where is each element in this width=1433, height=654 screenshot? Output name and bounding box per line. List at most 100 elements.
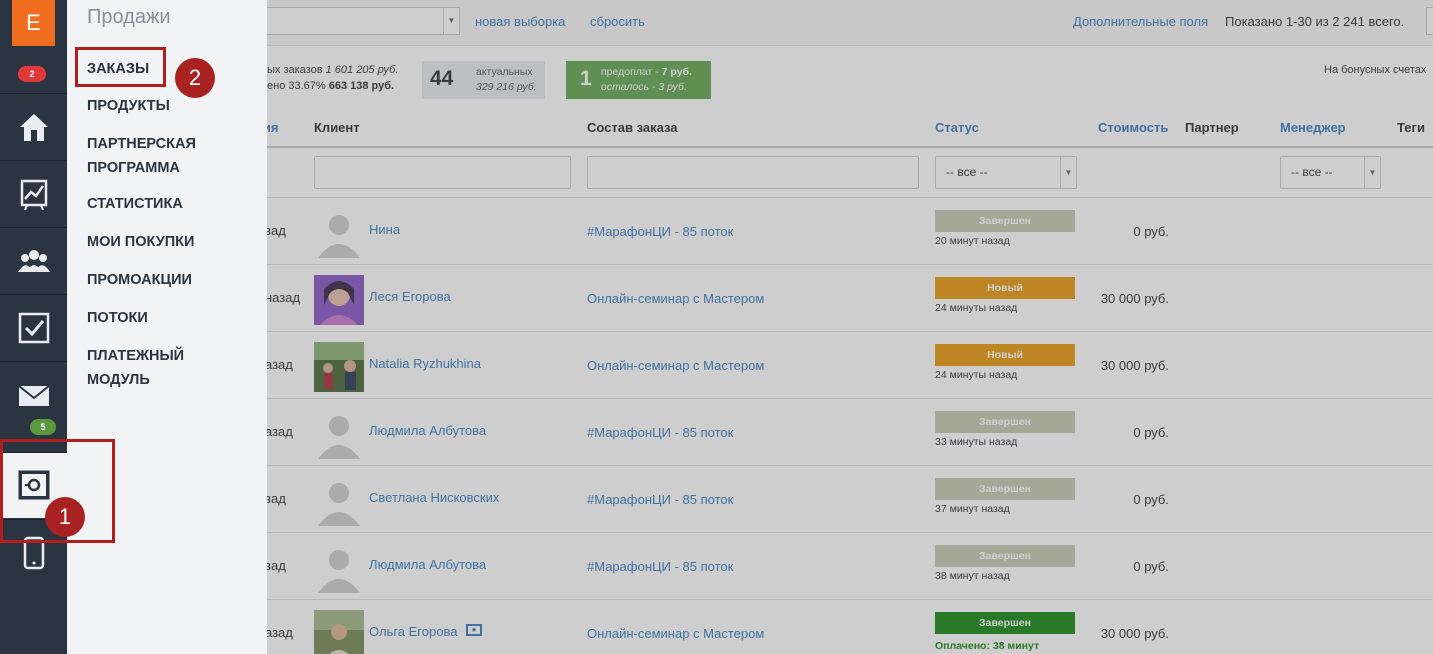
avatar[interactable] — [314, 208, 364, 258]
topright-control[interactable] — [1426, 7, 1433, 35]
sales-menu: Продажи ЗАКАЗЫ ПРОДУКТЫ ПАРТНЕРСКАЯ ПРОГ… — [67, 0, 267, 654]
table-row[interactable]: зад Людмила Албутова #МарафонЦИ - 85 поток… — [267, 532, 1433, 599]
summary-line2-text: ено 33.67% — [267, 80, 329, 92]
users-icon — [17, 249, 50, 272]
tasks-icon — [18, 312, 49, 343]
order-offer-link[interactable]: #МарафонЦИ - 85 поток — [587, 224, 733, 239]
header-cost[interactable]: Стоимость — [1098, 120, 1168, 135]
status-badge: Новый — [935, 344, 1075, 366]
sidebar-item-users[interactable] — [0, 227, 67, 293]
chart-icon — [20, 179, 47, 210]
header-divider — [267, 146, 1433, 148]
shown-count: Показано 1-30 из 2 241 всего. — [1225, 14, 1405, 29]
menu-item-streams[interactable]: ПОТОКИ — [87, 306, 148, 330]
menu-item-payment-module[interactable]: ПЛАТЕЖНЫЙ МОДУЛЬ — [87, 344, 227, 392]
table-row[interactable]: зад Нина #МарафонЦИ - 85 поток Завершен 20 м… — [267, 197, 1433, 264]
table-row[interactable]: азад Людмила Албутова #МарафонЦИ - 85 пото… — [267, 398, 1433, 465]
chevron-down-icon[interactable]: ▼ — [1060, 157, 1076, 188]
order-offer-link[interactable]: #МарафонЦИ - 85 поток — [587, 492, 733, 507]
order-price: 30 000 руб. — [1100, 358, 1169, 373]
status-filter-value: -- все -- — [946, 165, 988, 179]
order-price: 30 000 руб. — [1100, 626, 1169, 641]
new-selection-link[interactable]: новая выборка — [475, 14, 565, 29]
menu-item-promotions[interactable]: ПРОМОАКЦИИ — [87, 268, 192, 292]
menu-item-my-purchases[interactable]: МОИ ПОКУПКИ — [87, 230, 194, 254]
orders-summary: ых заказов 1 601 205 руб. ено 33.67% 663… — [267, 62, 398, 94]
order-price: 0 руб. — [1133, 425, 1169, 440]
client-filter-input[interactable] — [314, 156, 571, 189]
avatar[interactable] — [314, 275, 364, 325]
order-date: зад — [267, 491, 286, 506]
summary-line2-value: 663 138 руб. — [328, 80, 395, 92]
logo-letter[interactable]: E — [12, 0, 55, 46]
client-name-link[interactable]: Светлана Нисковских — [369, 490, 499, 505]
extra-fields-link[interactable]: Дополнительные поля — [1073, 14, 1208, 29]
notifications-badge[interactable]: 2 — [18, 66, 46, 82]
order-price: 30 000 руб. — [1100, 291, 1169, 306]
status-badge: Завершен — [935, 612, 1075, 634]
order-offer-link[interactable]: Онлайн-семинар с Мастером — [587, 626, 764, 641]
mail-badge[interactable]: 5 — [30, 419, 56, 435]
manager-filter-select[interactable]: -- все -- ▼ — [1280, 156, 1381, 189]
client-name-link[interactable]: Нина — [369, 222, 400, 237]
prepay-label: предоплат - — [601, 66, 662, 78]
order-date: азад — [267, 625, 293, 640]
client-name-link[interactable]: Людмила Албутова — [369, 423, 486, 438]
order-offer-link[interactable]: Онлайн-семинар с Мастером — [587, 291, 764, 306]
client-name-link[interactable]: Людмила Албутова — [369, 557, 486, 572]
sidebar-item-statistics[interactable] — [0, 160, 67, 226]
order-date: зад — [267, 223, 286, 238]
manager-filter-value: -- все -- — [1291, 165, 1333, 179]
status-badge: Новый — [935, 277, 1075, 299]
avatar[interactable] — [314, 409, 364, 459]
chevron-down-icon[interactable]: ▼ — [1364, 157, 1380, 188]
callout-frame-orders — [75, 47, 166, 87]
order-date: азад — [267, 424, 293, 439]
toolbar: ▼ новая выборка сбросить Дополнительные … — [267, 0, 1433, 46]
menu-item-partner-program[interactable]: ПАРТНЕРСКАЯ ПРОГРАММА — [87, 132, 227, 180]
status-time: Оплачено: 38 минут — [935, 640, 1040, 652]
status-time: 37 минут назад — [935, 503, 1010, 515]
avatar[interactable] — [314, 610, 364, 654]
header-manager[interactable]: Менеджер — [1280, 120, 1346, 135]
client-name-link[interactable]: Леся Егорова — [369, 289, 451, 304]
header-date[interactable]: ния — [267, 120, 278, 135]
order-offer-link[interactable]: Онлайн-семинар с Мастером — [587, 358, 764, 373]
table-row[interactable]: азад Ольга Егорова ● Онлайн-семинар с Масте… — [267, 599, 1433, 654]
reset-link[interactable]: сбросить — [590, 14, 645, 29]
menu-item-products[interactable]: ПРОДУКТЫ — [87, 94, 170, 118]
order-filter-input[interactable] — [587, 156, 919, 189]
table-row[interactable]: зад Светлана Нисковских #МарафонЦИ - 85 по… — [267, 465, 1433, 532]
menu-item-statistics[interactable]: СТАТИСТИКА — [87, 192, 183, 216]
order-offer-link[interactable]: #МарафонЦИ - 85 поток — [587, 559, 733, 574]
avatar[interactable] — [314, 543, 364, 593]
header-partner: Партнер — [1185, 120, 1239, 135]
header-client: Клиент — [314, 120, 360, 135]
prepay-box[interactable]: 1 предоплат - 7 руб. осталось - 3 руб. — [566, 61, 711, 99]
chevron-down-icon[interactable]: ▼ — [443, 8, 459, 34]
client-name-link[interactable]: Natalia Ryzhukhina — [369, 356, 481, 371]
avatar[interactable] — [314, 476, 364, 526]
prepay-value: 7 руб. — [661, 66, 692, 78]
mail-icon — [17, 384, 50, 406]
remaining-value: 3 руб. — [658, 81, 687, 93]
selection-select[interactable]: ▼ — [267, 7, 460, 35]
table-row[interactable]: азад Natalia Ryzhukhina Онлайн-семинар с М… — [267, 331, 1433, 398]
status-filter-select[interactable]: -- все -- ▼ — [935, 156, 1077, 189]
avatar[interactable] — [314, 342, 364, 392]
remaining-label: осталось - — [601, 81, 659, 93]
table-row[interactable]: назад Леся Егорова Онлайн-семинар с Мастер… — [267, 264, 1433, 331]
actual-orders-box[interactable]: 44 актуальных 329 216 руб. — [422, 61, 545, 99]
main-sidebar: E 2 5 — [0, 0, 67, 654]
header-tags: Теги — [1397, 120, 1425, 135]
header-status[interactable]: Статус — [935, 120, 979, 135]
client-name-link[interactable]: Ольга Егорова — [369, 624, 457, 639]
sidebar-item-mail[interactable] — [0, 361, 67, 427]
menu-title: Продажи — [87, 6, 171, 28]
logo[interactable]: E — [0, 0, 67, 46]
sidebar-item-tasks[interactable] — [0, 294, 67, 360]
order-offer-link[interactable]: #МарафонЦИ - 85 поток — [587, 425, 733, 440]
actual-count: 44 — [430, 67, 454, 90]
sidebar-item-home[interactable] — [0, 93, 67, 159]
prepay-count: 1 — [580, 67, 592, 90]
